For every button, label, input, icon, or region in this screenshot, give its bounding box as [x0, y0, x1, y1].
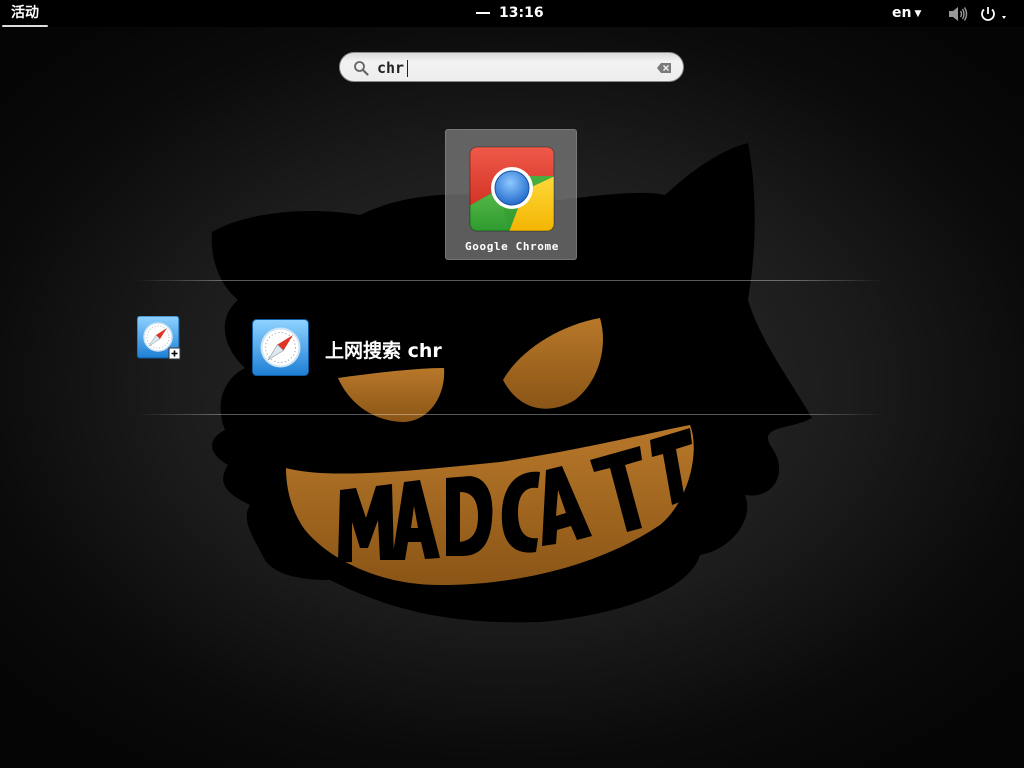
app-result-label: Google Chrome — [465, 240, 559, 253]
safari-compass-icon[interactable] — [137, 316, 181, 360]
search-query: chr — [377, 59, 405, 77]
web-search-label: 上网搜索 chr — [325, 340, 442, 362]
search-input[interactable]: chr — [339, 52, 684, 82]
volume-icon[interactable] — [948, 6, 968, 22]
clock-time: 13:16 — [499, 5, 544, 21]
clock-dash-icon — [476, 12, 490, 14]
activities-label: 活动 — [11, 5, 39, 21]
clear-search-icon[interactable] — [656, 62, 672, 74]
clock[interactable]: 13:16 — [476, 0, 544, 27]
safari-compass-icon — [252, 319, 309, 376]
activities-button[interactable]: 活动 — [0, 0, 48, 27]
power-icon[interactable] — [980, 5, 1010, 23]
top-bar: 活动 13:16 en ▼ — [0, 0, 1024, 27]
search-icon — [354, 61, 369, 76]
results-separator-bottom — [135, 414, 885, 415]
chrome-icon — [469, 146, 555, 232]
app-result-google-chrome[interactable]: Google Chrome — [445, 129, 577, 260]
activities-underline — [2, 25, 48, 27]
web-search-result[interactable]: 上网搜索 chr — [252, 319, 512, 377]
keyboard-layout-label: en — [892, 5, 912, 21]
chevron-down-icon: ▼ — [914, 9, 922, 19]
keyboard-layout-indicator[interactable]: en ▼ — [892, 0, 921, 27]
results-separator-top — [135, 280, 885, 281]
power-chevron-down-icon — [1002, 16, 1006, 19]
text-cursor — [407, 60, 408, 77]
